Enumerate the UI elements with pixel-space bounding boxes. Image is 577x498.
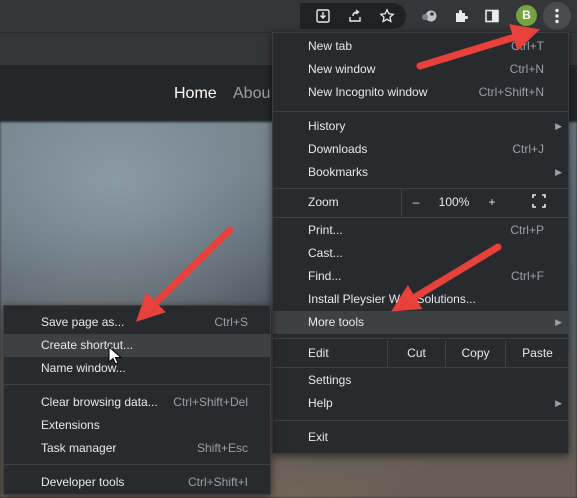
share-icon[interactable] bbox=[345, 6, 365, 26]
menu-divider bbox=[4, 384, 270, 385]
menu-item-label: Edit bbox=[308, 346, 329, 360]
kebab-menu-icon[interactable] bbox=[543, 2, 571, 30]
submenu-item-name-window[interactable]: Name window... bbox=[4, 357, 270, 380]
menu-item-label: Install Pleysier Web Solutions... bbox=[308, 292, 476, 306]
cut-button[interactable]: Cut bbox=[387, 340, 445, 367]
paste-button[interactable]: Paste bbox=[505, 340, 569, 367]
menu-item-settings[interactable]: Settings bbox=[273, 369, 568, 392]
submenu-item-clear-data[interactable]: Clear browsing data... Ctrl+Shift+Del bbox=[4, 391, 270, 414]
menu-item-new-tab[interactable]: New tab Ctrl+T bbox=[273, 35, 568, 58]
menu-item-label: Clear browsing data... bbox=[41, 395, 158, 409]
menu-item-downloads[interactable]: Downloads Ctrl+J bbox=[273, 138, 568, 161]
profile-avatar[interactable]: B bbox=[516, 5, 537, 26]
extension-pin-icon[interactable] bbox=[419, 6, 439, 26]
more-tools-submenu: Save page as... Ctrl+S Create shortcut..… bbox=[3, 305, 271, 495]
menu-item-shortcut: Shift+Esc bbox=[196, 441, 248, 455]
install-icon[interactable] bbox=[313, 6, 333, 26]
menu-item-new-incognito[interactable]: New Incognito window Ctrl+Shift+N bbox=[273, 81, 568, 104]
menu-item-bookmarks[interactable]: Bookmarks ▶ bbox=[273, 161, 568, 184]
submenu-item-extensions[interactable]: Extensions bbox=[4, 414, 270, 437]
menu-item-shortcut: Ctrl+J bbox=[512, 142, 544, 156]
menu-item-edit: Edit Cut Copy Paste bbox=[273, 340, 568, 367]
menu-item-label: Cast... bbox=[308, 246, 343, 260]
menu-item-shortcut: Ctrl+P bbox=[510, 223, 544, 237]
menu-item-label: Exit bbox=[308, 430, 329, 444]
menu-divider bbox=[273, 367, 568, 368]
menu-item-label: Zoom bbox=[308, 195, 339, 209]
menu-divider bbox=[273, 111, 568, 112]
menu-item-more-tools[interactable]: More tools ▶ bbox=[273, 311, 568, 334]
menu-item-label: Help bbox=[308, 396, 333, 410]
menu-item-label: Downloads bbox=[308, 142, 368, 156]
menu-item-shortcut: Ctrl+Shift+N bbox=[478, 85, 544, 99]
nav-about-link[interactable]: Abou bbox=[233, 85, 270, 103]
menu-item-shortcut: Ctrl+F bbox=[511, 269, 544, 283]
menu-item-label: More tools bbox=[308, 315, 365, 329]
menu-item-label: History bbox=[308, 119, 346, 133]
menu-item-label: Print... bbox=[308, 223, 343, 237]
menu-item-shortcut: Ctrl+Shift+I bbox=[187, 475, 248, 489]
menu-divider bbox=[273, 217, 568, 218]
menu-item-shortcut: Ctrl+T bbox=[511, 39, 544, 53]
menu-item-label: New tab bbox=[308, 39, 353, 53]
chrome-main-menu: New tab Ctrl+T New window Ctrl+N New Inc… bbox=[272, 32, 569, 454]
submenu-item-dev-tools[interactable]: Developer tools Ctrl+Shift+I bbox=[4, 471, 270, 494]
menu-item-shortcut: Ctrl+S bbox=[214, 315, 248, 329]
menu-item-label: Settings bbox=[308, 373, 352, 387]
menu-item-label: Bookmarks bbox=[308, 165, 369, 179]
browser-toolbar: B bbox=[0, 0, 577, 32]
menu-item-label: Save page as... bbox=[41, 315, 125, 329]
menu-item-install-app[interactable]: Install Pleysier Web Solutions... bbox=[273, 288, 568, 311]
zoom-out-button[interactable]: – bbox=[402, 191, 430, 214]
menu-divider bbox=[273, 420, 568, 421]
menu-divider bbox=[273, 338, 568, 339]
menu-item-label: Find... bbox=[308, 269, 342, 283]
fullscreen-icon[interactable] bbox=[532, 194, 546, 208]
menu-item-find[interactable]: Find... Ctrl+F bbox=[273, 265, 568, 288]
zoom-in-button[interactable]: + bbox=[478, 191, 506, 214]
menu-item-cast[interactable]: Cast... bbox=[273, 242, 568, 265]
submenu-item-task-manager[interactable]: Task manager Shift+Esc bbox=[4, 437, 270, 460]
menu-item-print[interactable]: Print... Ctrl+P bbox=[273, 219, 568, 242]
menu-item-label: Task manager bbox=[41, 441, 117, 455]
chevron-right-icon: ▶ bbox=[555, 121, 562, 131]
copy-button[interactable]: Copy bbox=[445, 340, 505, 367]
submenu-item-create-shortcut[interactable]: Create shortcut... bbox=[4, 334, 270, 357]
side-panel-icon[interactable] bbox=[482, 6, 502, 26]
puzzle-icon[interactable] bbox=[451, 6, 471, 26]
chevron-right-icon: ▶ bbox=[555, 398, 562, 408]
menu-item-help[interactable]: Help ▶ bbox=[273, 392, 568, 415]
menu-item-shortcut: Ctrl+N bbox=[509, 62, 544, 76]
menu-item-label: New Incognito window bbox=[308, 85, 428, 99]
menu-item-label: Developer tools bbox=[41, 475, 125, 489]
menu-item-label: Extensions bbox=[41, 418, 100, 432]
zoom-controls: – 100% + bbox=[401, 189, 569, 216]
zoom-level: 100% bbox=[438, 195, 470, 209]
menu-item-exit[interactable]: Exit bbox=[273, 426, 568, 449]
bookmark-star-icon[interactable] bbox=[377, 6, 397, 26]
chevron-right-icon: ▶ bbox=[555, 167, 562, 177]
menu-item-new-window[interactable]: New window Ctrl+N bbox=[273, 58, 568, 81]
submenu-item-save-page[interactable]: Save page as... Ctrl+S bbox=[4, 311, 270, 334]
mouse-cursor-icon bbox=[108, 346, 122, 365]
menu-item-history[interactable]: History ▶ bbox=[273, 115, 568, 138]
chevron-right-icon: ▶ bbox=[555, 317, 562, 327]
menu-divider bbox=[4, 464, 270, 465]
menu-item-shortcut: Ctrl+Shift+Del bbox=[173, 395, 248, 409]
menu-item-label: New window bbox=[308, 62, 376, 76]
nav-home-link[interactable]: Home bbox=[174, 85, 217, 103]
